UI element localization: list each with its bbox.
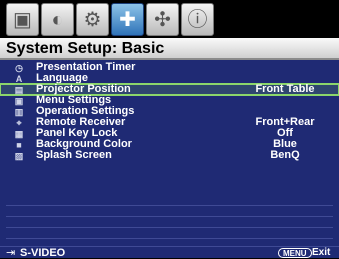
remote-receiver-icon: ⌖ [16, 118, 22, 128]
current-source-label: S-VIDEO [20, 247, 66, 259]
menu-settings-icon: ▣ [14, 96, 24, 106]
timer-icon: ◷ [15, 63, 23, 73]
tab-bar: ▣ ◐ ⚙ ✚ ✣ ⓘ [0, 0, 339, 38]
divider [6, 205, 333, 206]
menu-item-label: Splash Screen [36, 149, 112, 161]
status-bar: ⇥ S-VIDEO MENU Exit [0, 246, 339, 259]
projector-icon: ▤ [14, 85, 24, 95]
page-title-bar: System Setup: Basic [0, 38, 339, 60]
tab-system-setup-advanced[interactable]: ✣ [146, 3, 179, 36]
background-color-icon: ■ [16, 140, 22, 150]
divider [6, 216, 333, 217]
information-icon: ⓘ [187, 8, 208, 31]
input-source-icon: ⇥ [6, 247, 16, 259]
splash-screen-icon: ▨ [14, 151, 24, 161]
page-title: System Setup: Basic [6, 40, 165, 57]
exit-label: Exit [312, 247, 331, 258]
menu-item-value: BenQ [270, 149, 300, 161]
operation-settings-icon: ▥ [14, 107, 24, 117]
divider [6, 227, 333, 228]
tab-display[interactable]: ◐ [41, 3, 74, 36]
lock-icon: ▦ [14, 129, 24, 139]
tab-source[interactable]: ⚙ [76, 3, 109, 36]
menu-list: ◷ Presentation Timer A Language ▤ Projec… [0, 62, 339, 161]
source-settings-icon: ⚙ [83, 8, 102, 31]
tab-information[interactable]: ⓘ [181, 3, 214, 36]
language-icon: A [15, 74, 23, 84]
divider [6, 238, 333, 239]
menu-item-value: Front Table [255, 83, 315, 95]
system-setup-basic-icon: ✚ [119, 8, 136, 31]
display-adjust-icon: ◐ [51, 8, 64, 31]
menu-item-splash-screen[interactable]: ▨ Splash Screen BenQ [0, 149, 339, 162]
menu-key-badge: MENU [278, 248, 312, 258]
tab-system-setup-basic[interactable]: ✚ [111, 3, 144, 36]
empty-rows [0, 195, 339, 245]
picture-icon: ▣ [13, 8, 32, 31]
system-setup-advanced-icon: ✣ [154, 8, 171, 31]
tab-picture[interactable]: ▣ [6, 3, 39, 36]
osd-menu: ▣ ◐ ⚙ ✚ ✣ ⓘ System Setup: Basic ◷ Presen… [0, 0, 339, 259]
